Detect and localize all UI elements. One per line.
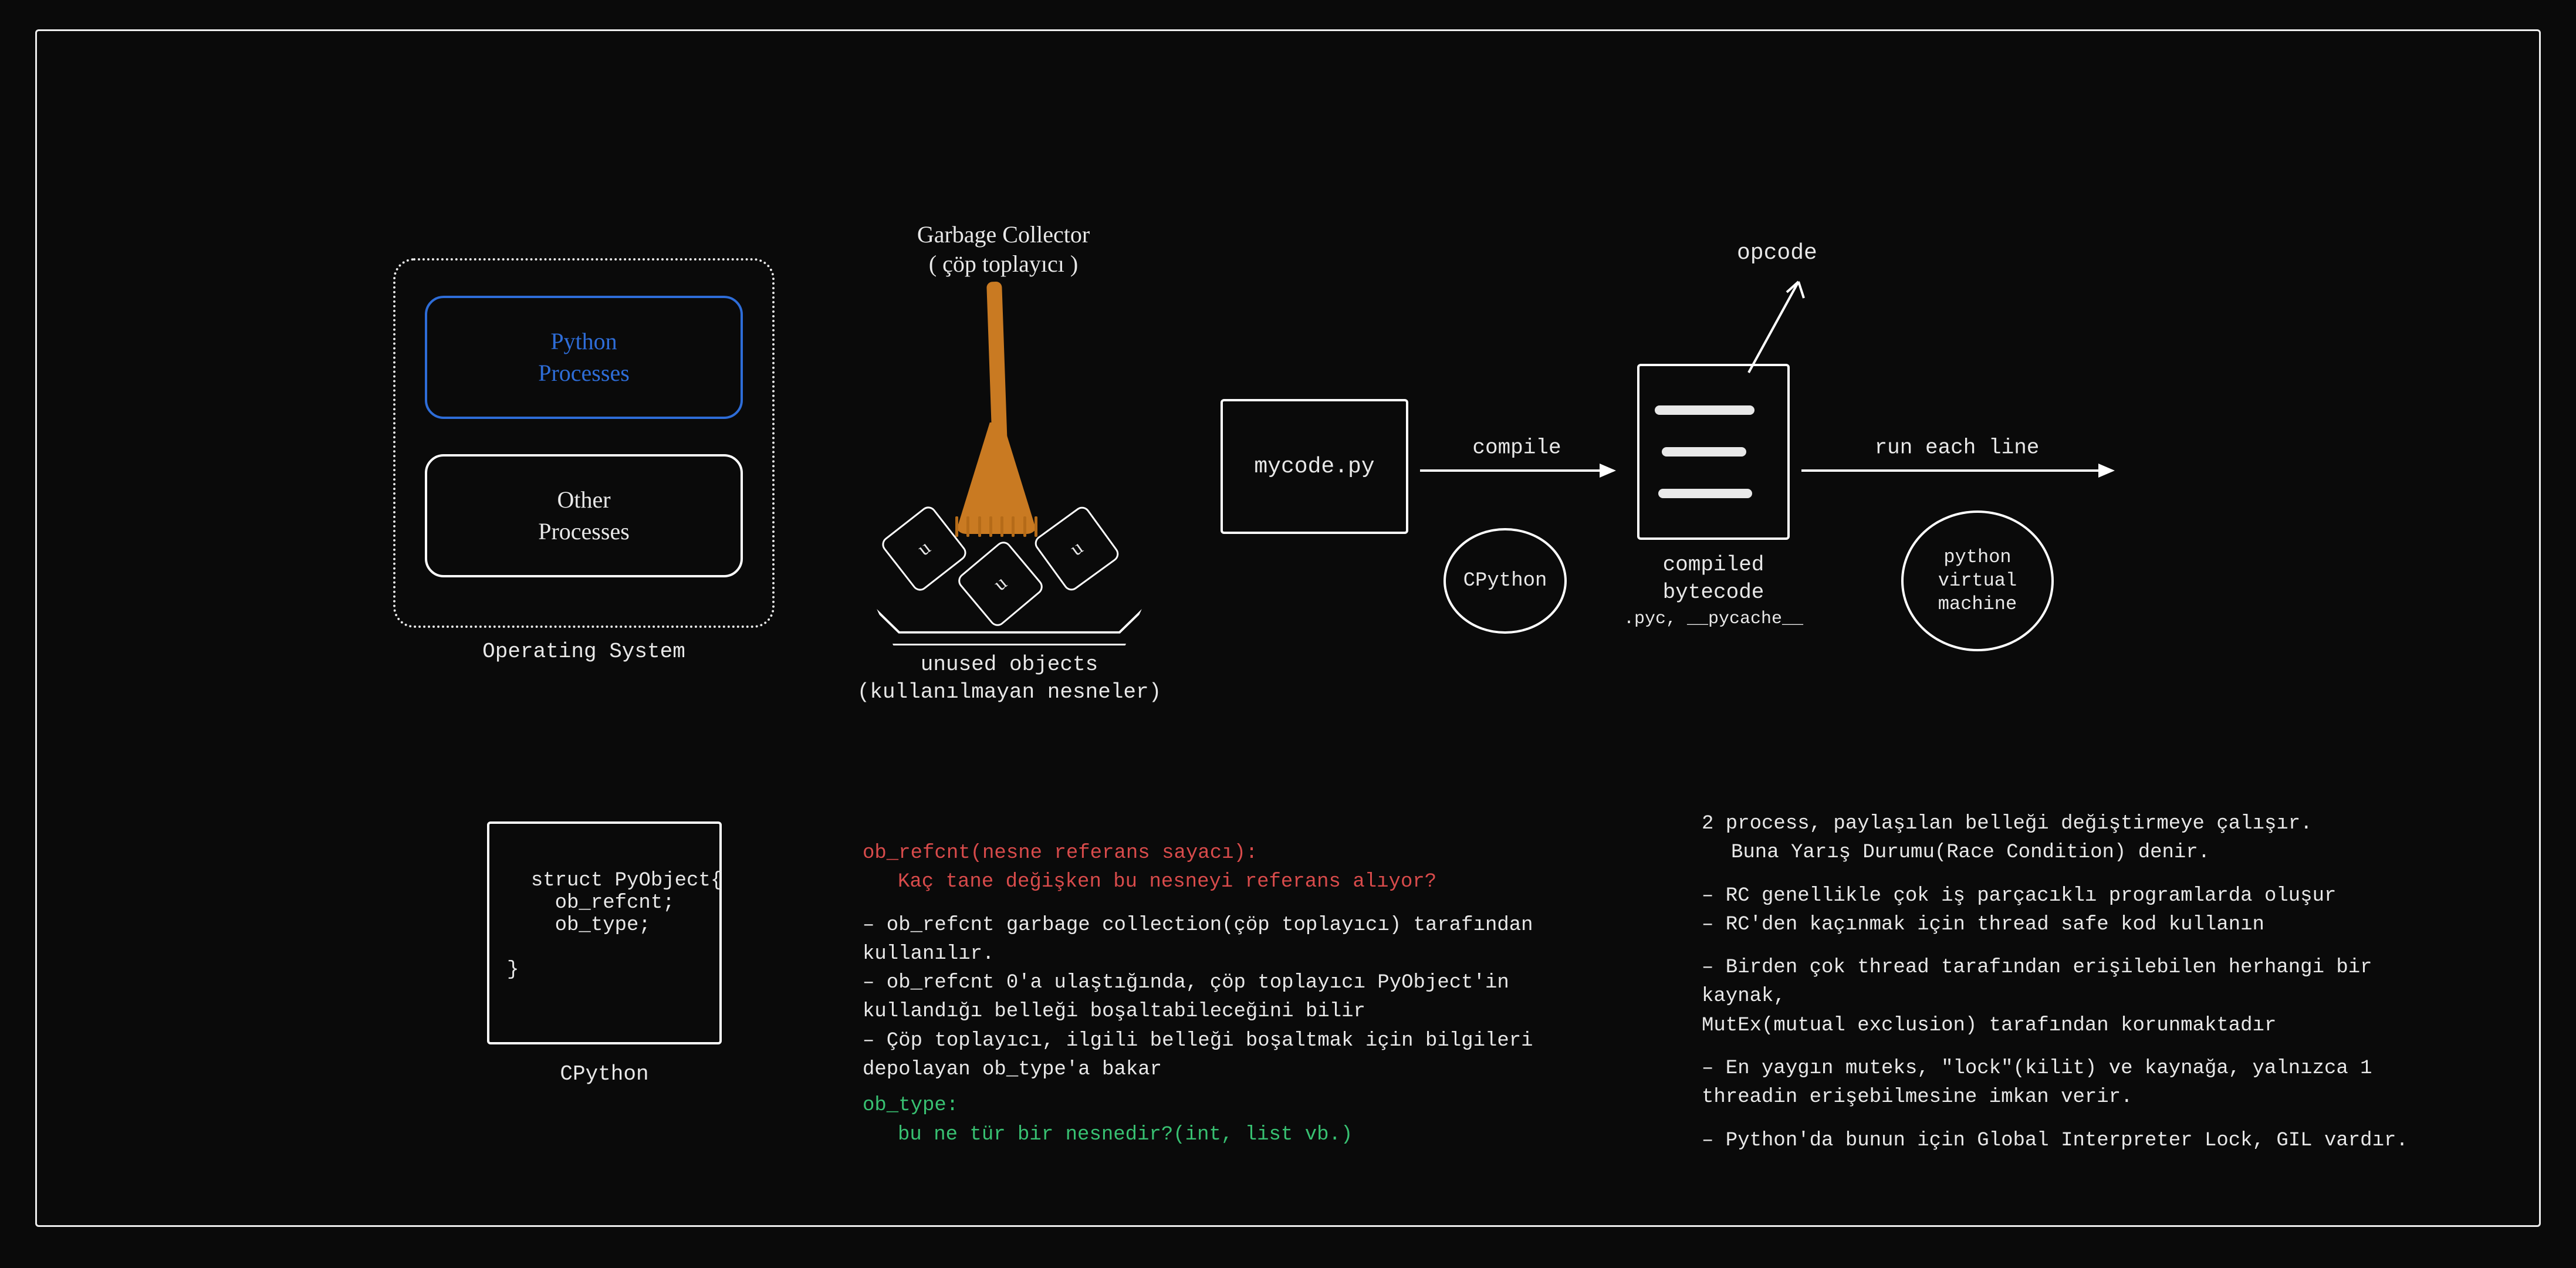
rc-line1: 2 process, paylaşılan belleği değiştirme… [1702,810,2465,838]
refcnt-p3: – Çöp toplayıcı, ilgili belleği boşaltma… [863,1027,1596,1085]
mycode-file: mycode.py [1221,399,1408,534]
unused-object-2: u [955,539,1046,630]
bytecode-caption-1: compiled [1614,552,1813,579]
mycode-label: mycode.py [1254,454,1374,479]
rc-line4b: MutEx(mutual exclusion) tarafından korun… [1702,1012,2465,1040]
rc-line6: – Python'da bunun için Global Interprete… [1702,1127,2465,1155]
bytecode-line-icon [1655,405,1754,415]
pvm-circle-label: python virtual machine [1938,546,2017,616]
python-processes-label: Python Processes [538,326,630,389]
refcnt-column: ob_refcnt(nesne referans sayacı): Kaç ta… [863,839,1596,1149]
obtype-heading: ob_type: [863,1091,1596,1120]
bytecode-line-icon [1662,447,1746,457]
opcode-arrow-icon [1743,270,1813,376]
rc-line4: – Birden çok thread tarafından erişilebi… [1702,953,2465,1012]
struct-pyobject-code: struct PyObject{ ob_refcnt; ob_type; } [507,870,722,981]
gc-caption: unused objects (kullanılmayan nesneler) [845,651,1174,706]
gc-title-line2: ( çöp toplayıcı ) [892,249,1115,279]
rc-line3: – RC'den kaçınmak için thread safe kod k… [1702,911,2465,939]
gc-caption-line2: (kullanılmayan nesneler) [845,679,1174,706]
opcode-label: opcode [1737,241,1817,266]
rc-line1b: Buna Yarış Durumu(Race Condition) denir. [1702,838,2465,867]
arrow-compile-label: compile [1420,436,1614,460]
arrow-compile: compile [1420,469,1614,472]
refcnt-heading-q: Kaç tane değişken bu nesneyi referans al… [863,868,1596,897]
os-caption: Operating System [393,640,775,664]
race-condition-column: 2 process, paylaşılan belleği değiştirme… [1702,810,2465,1155]
bytecode-caption: compiled bytecode [1614,552,1813,607]
gc-title: Garbage Collector ( çöp toplayıcı ) [892,220,1115,279]
other-processes-box: Other Processes [425,454,743,577]
gc-caption-line1: unused objects [845,651,1174,679]
bytecode-line-icon [1658,489,1752,498]
cpython-circle: CPython [1443,528,1567,634]
rc-line2: – RC genellikle çok iş parçacıklı progra… [1702,882,2465,911]
pvm-circle: python virtual machine [1901,510,2054,651]
refcnt-heading: ob_refcnt(nesne referans sayacı): [863,839,1596,868]
struct-caption: CPython [487,1062,722,1086]
bytecode-file [1637,364,1790,540]
unused-object-1: u [879,503,969,594]
arrow-run: run each line [1801,469,2112,472]
refcnt-p1: – ob_refcnt garbage collection(çöp topla… [863,911,1596,969]
other-processes-label: Other Processes [538,484,630,547]
rc-line5: – En yaygın muteks, "lock"(kilit) ve kay… [1702,1054,2465,1113]
refcnt-p2: – ob_refcnt 0'a ulaştığında, çöp toplayı… [863,969,1596,1027]
os-group: Python Processes Other Processes [393,258,775,628]
arrow-run-label: run each line [1801,436,2112,460]
bytecode-caption-2: bytecode [1614,579,1813,607]
gc-title-line1: Garbage Collector [892,220,1115,249]
obtype-heading-q: bu ne tür bir nesnedir?(int, list vb.) [863,1121,1596,1149]
struct-pyobject-box: struct PyObject{ ob_refcnt; ob_type; } [487,821,722,1044]
cpython-circle-label: CPython [1463,569,1547,594]
bytecode-sub: .pyc, __pycache__ [1614,609,1813,629]
python-processes-box: Python Processes [425,296,743,419]
unused-object-3: u [1032,503,1122,594]
